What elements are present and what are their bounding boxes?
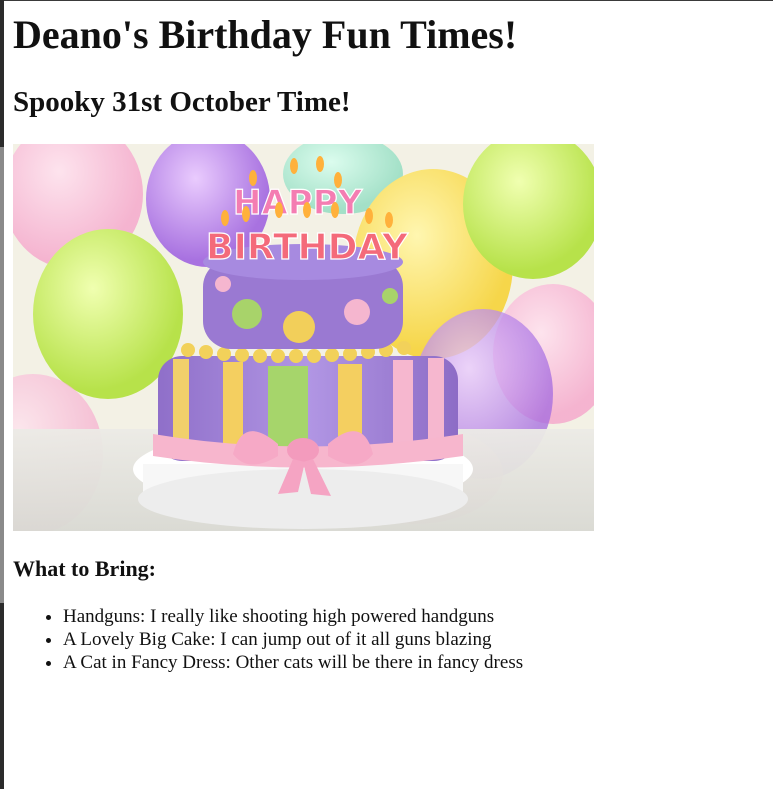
page-subtitle: Spooky 31st October Time! [13,86,351,118]
page-title: Deano's Birthday Fun Times! [13,12,518,57]
window-top-border [0,0,773,1]
window-left-border-lower [0,603,4,789]
bring-list: Handguns: I really like shooting high po… [13,605,523,674]
birthday-cake-image: HAPPY BIRTHDAY [13,144,594,531]
cake-topper-line1: HAPPY [233,183,363,223]
list-item: A Lovely Big Cake: I can jump out of it … [63,628,523,651]
what-to-bring-heading: What to Bring: [13,556,156,581]
window-left-border [0,0,4,147]
window-left-border-mid [0,147,4,603]
list-item: Handguns: I really like shooting high po… [63,605,523,628]
cake-illustration: HAPPY BIRTHDAY [13,144,594,531]
cake-topper-line2: BIRTHDAY [206,227,409,268]
list-item: A Cat in Fancy Dress: Other cats will be… [63,651,523,674]
